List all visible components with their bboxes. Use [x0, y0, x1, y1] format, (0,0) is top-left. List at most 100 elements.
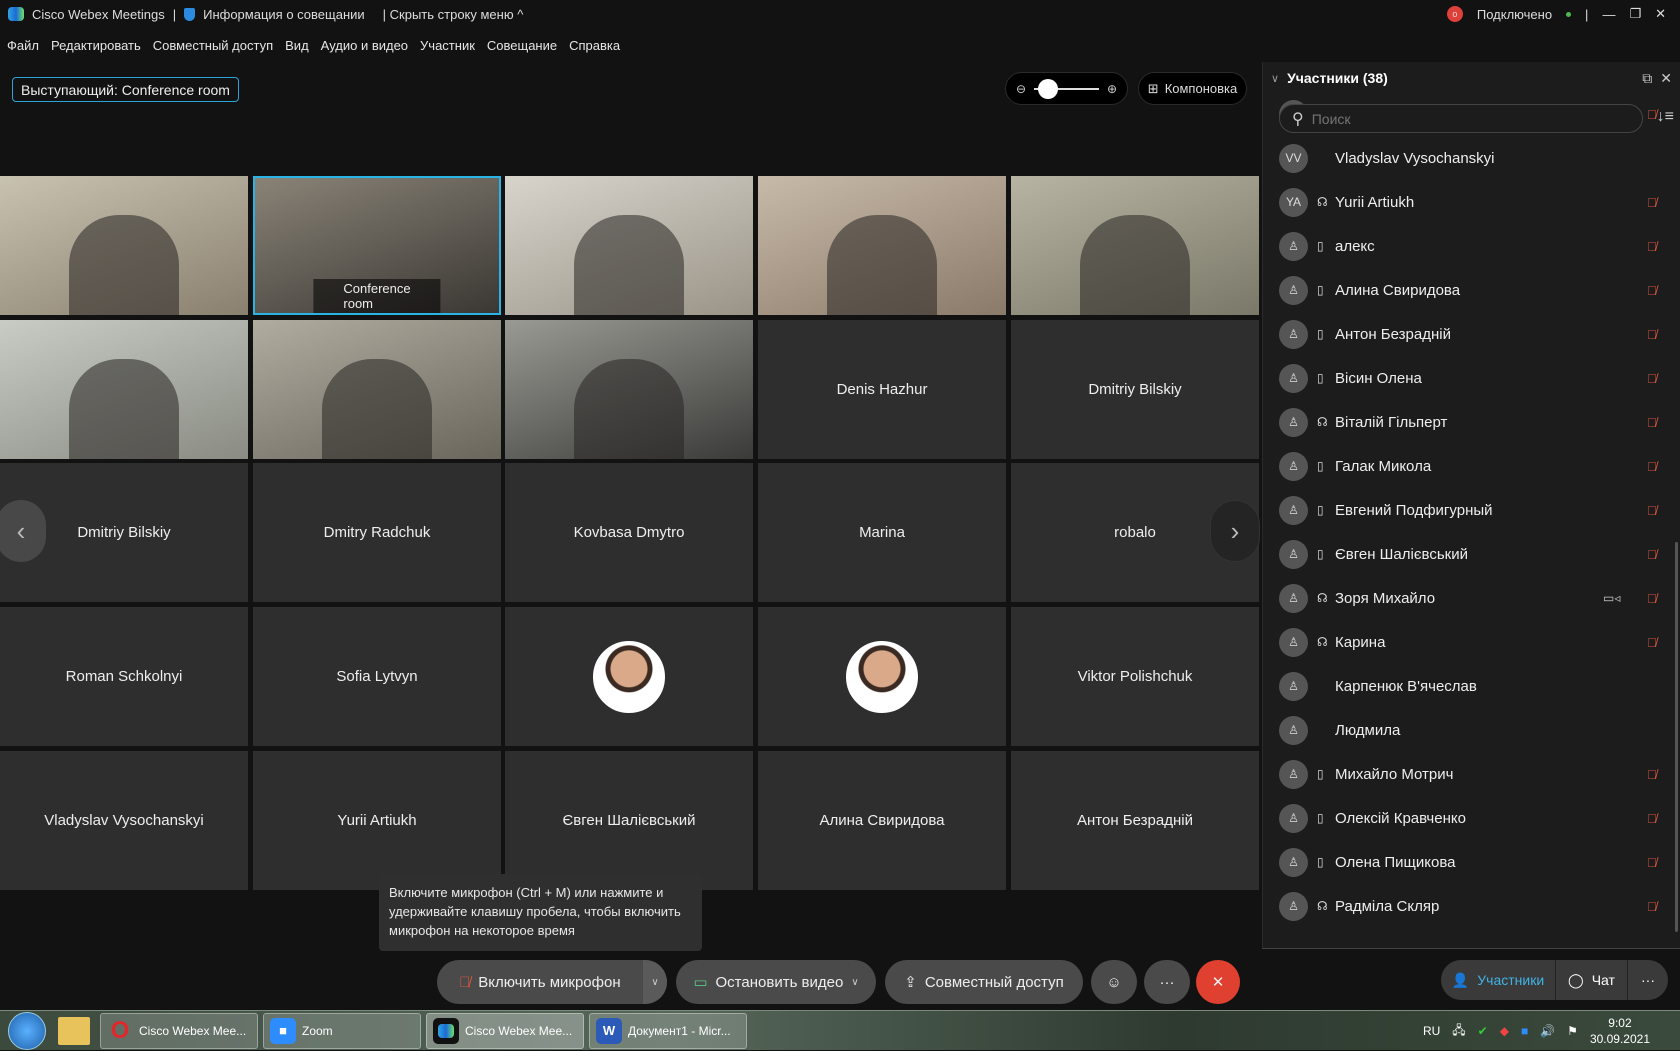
mic-muted-icon[interactable]: 🎙̸ — [1647, 459, 1657, 474]
tab-participants[interactable]: 👤 Участники — [1441, 960, 1556, 1000]
sort-icon[interactable]: ↓≡ — [1657, 108, 1674, 126]
stop-video-button[interactable]: ▭ Остановить видео ∨ — [676, 960, 876, 1004]
close-panel-icon[interactable]: ✕ — [1660, 70, 1672, 87]
search-input[interactable] — [1311, 110, 1612, 127]
prev-page-button[interactable]: ‹ — [0, 500, 46, 562]
participant-tile[interactable]: Yurii Artiukh — [253, 751, 501, 890]
taskbar-item-webex[interactable]: Cisco Webex Mee... — [426, 1012, 584, 1049]
close-button[interactable]: ✕ — [1655, 6, 1666, 22]
video-tile[interactable] — [505, 320, 753, 459]
mic-muted-icon[interactable]: 🎙̸ — [1647, 107, 1657, 122]
video-tile[interactable]: Conference room — [253, 176, 501, 315]
leave-meeting-button[interactable]: ✕ — [1196, 960, 1240, 1004]
meeting-info-button[interactable]: Информация о совещании — [203, 7, 365, 22]
zoom-in-icon[interactable]: ⊕ — [1107, 82, 1117, 96]
participant-tile[interactable]: Dmitriy Bilskiy — [1011, 320, 1259, 459]
reactions-button[interactable]: ☺ — [1091, 960, 1137, 1004]
participant-row[interactable]: ♙ ▯ Михайло Мотрич 🎙̸ — [1263, 752, 1673, 796]
participant-tile[interactable]: Roman Schkolnyi — [0, 607, 248, 746]
tab-chat[interactable]: ◯ Чат — [1556, 960, 1628, 1000]
mic-muted-icon[interactable]: 🎙̸ — [1647, 415, 1657, 430]
language-indicator[interactable]: RU — [1423, 1024, 1440, 1038]
participant-row[interactable]: ♙ ▯ Антон Безрадній 🎙̸ — [1263, 312, 1673, 356]
participant-row[interactable]: ♙ ▯ Євген Шалієвський 🎙̸ — [1263, 532, 1673, 576]
antivirus-icon[interactable]: ✔ — [1478, 1024, 1488, 1038]
participant-tile[interactable]: Антон Безрадній — [1011, 751, 1259, 890]
chevron-down-icon[interactable]: ∨ — [1271, 72, 1279, 85]
mic-muted-icon[interactable]: 🎙̸ — [1647, 195, 1657, 210]
menu-item[interactable]: Вид — [285, 38, 309, 53]
participant-row[interactable]: ♙ ☊ Радміла Скляр 🎙̸ — [1263, 884, 1673, 928]
start-button[interactable] — [8, 1011, 46, 1050]
menu-item[interactable]: Совместный доступ — [153, 38, 273, 53]
clock[interactable]: 9:02 30.09.2021 — [1590, 1015, 1650, 1047]
participant-tile[interactable]: Viktor Polishchuk — [1011, 607, 1259, 746]
mic-options-dropdown[interactable]: ∨ — [643, 960, 667, 1004]
participant-tile[interactable]: Denis Hazhur — [758, 320, 1006, 459]
participant-row[interactable]: ♙ ▯ Алина Свиридова 🎙̸ — [1263, 268, 1673, 312]
video-tile[interactable] — [505, 176, 753, 315]
taskbar-item-zoom[interactable]: ■ Zoom — [263, 1012, 421, 1049]
participant-row[interactable]: VV Vladyslav Vysochanskyi — [1263, 136, 1673, 180]
next-page-button[interactable]: › — [1210, 500, 1260, 562]
participant-tile[interactable]: Kovbasa Dmytro — [505, 463, 753, 602]
mic-muted-icon[interactable]: 🎙̸ — [1647, 899, 1657, 914]
video-tile[interactable] — [253, 320, 501, 459]
mic-muted-icon[interactable]: 🎙̸ — [1647, 283, 1657, 298]
scrollbar[interactable] — [1675, 542, 1678, 932]
mic-muted-icon[interactable]: 🎙̸ — [1647, 547, 1657, 562]
participant-row[interactable]: ♙ ▯ Галак Микола 🎙̸ — [1263, 444, 1673, 488]
popout-icon[interactable]: ⧉ — [1642, 70, 1652, 87]
mic-muted-icon[interactable]: 🎙̸ — [1647, 503, 1657, 518]
participant-row[interactable]: ♙ ▯ Вісин Олена 🎙̸ — [1263, 356, 1673, 400]
mic-muted-icon[interactable]: 🎙̸ — [1647, 767, 1657, 782]
menu-item[interactable]: Аудио и видео — [321, 38, 408, 53]
participant-row[interactable]: ♙ ▯ Олексій Кравченко 🎙̸ — [1263, 796, 1673, 840]
menu-item[interactable]: Файл — [7, 38, 39, 53]
more-options-button[interactable]: ··· — [1144, 960, 1190, 1004]
participant-row[interactable]: ♙ Людмила — [1263, 708, 1673, 752]
search-box[interactable]: ⚲ — [1279, 104, 1643, 133]
participant-row[interactable]: ♙ ▯ алекс 🎙̸ — [1263, 224, 1673, 268]
mic-muted-icon[interactable]: 🎙̸ — [1647, 591, 1657, 606]
menu-item[interactable]: Совещание — [487, 38, 557, 53]
zoom-out-icon[interactable]: ⊖ — [1016, 82, 1026, 96]
video-tile[interactable] — [1011, 176, 1259, 315]
participant-row[interactable]: ♙ ▯ Олена Пищикова 🎙̸ — [1263, 840, 1673, 884]
mic-muted-icon[interactable]: 🎙̸ — [1647, 239, 1657, 254]
participants-header[interactable]: ∨ Участники (38) — [1271, 70, 1388, 86]
participant-tile[interactable]: Vladyslav Vysochanskyi — [0, 751, 248, 890]
hide-menu-button[interactable]: | Скрыть строку меню ^ — [383, 7, 524, 22]
minimize-button[interactable]: — — [1602, 7, 1615, 22]
video-tile[interactable] — [758, 176, 1006, 315]
ccleaner-icon[interactable]: ◆ — [1500, 1024, 1509, 1038]
mic-muted-icon[interactable]: 🎙̸ — [1647, 855, 1657, 870]
volume-icon[interactable]: 🔊 — [1540, 1024, 1555, 1038]
panel-more-button[interactable]: ··· — [1628, 960, 1668, 1000]
layout-button[interactable]: ⊞ Компоновка — [1138, 72, 1247, 105]
network-icon[interactable]: 🖧 — [1452, 1021, 1465, 1042]
menu-item[interactable]: Справка — [569, 38, 620, 53]
video-tile[interactable] — [0, 320, 248, 459]
mic-muted-icon[interactable]: 🎙̸ — [1647, 811, 1657, 826]
zoom-slider[interactable] — [1034, 78, 1099, 99]
participant-tile[interactable]: Dmitry Radchuk — [253, 463, 501, 602]
participant-row[interactable]: ♙ ☊ Віталій Гільперт 🎙̸ — [1263, 400, 1673, 444]
mic-muted-icon[interactable]: 🎙̸ — [1647, 635, 1657, 650]
menu-item[interactable]: Редактировать — [51, 38, 141, 53]
share-button[interactable]: ⇪ Совместный доступ — [885, 960, 1083, 1004]
mic-muted-icon[interactable]: 🎙̸ — [1647, 327, 1657, 342]
participant-row[interactable]: ♙ ☊ Карина 🎙̸ — [1263, 620, 1673, 664]
taskbar-item-opera[interactable]: O Cisco Webex Mee... — [100, 1012, 258, 1049]
participant-row[interactable]: ♙ ▯ Евгений Подфигурный 🎙̸ — [1263, 488, 1673, 532]
participant-tile[interactable]: Євген Шалієвський — [505, 751, 753, 890]
participant-tile[interactable]: Sofia Lytvyn — [253, 607, 501, 746]
video-tile[interactable] — [0, 176, 248, 315]
participant-tile[interactable] — [758, 607, 1006, 746]
taskbar-item-word[interactable]: W Документ1 - Micr... — [589, 1012, 747, 1049]
participant-row[interactable]: ♙ ☊ Зоря Михайло ▭◃ 🎙̸ — [1263, 576, 1673, 620]
flag-icon[interactable]: ⚑ — [1567, 1024, 1578, 1038]
explorer-icon[interactable] — [58, 1016, 90, 1045]
participant-tile[interactable]: Алина Свиридова — [758, 751, 1006, 890]
participant-row[interactable]: YA ☊ Yurii Artiukh 🎙̸ — [1263, 180, 1673, 224]
